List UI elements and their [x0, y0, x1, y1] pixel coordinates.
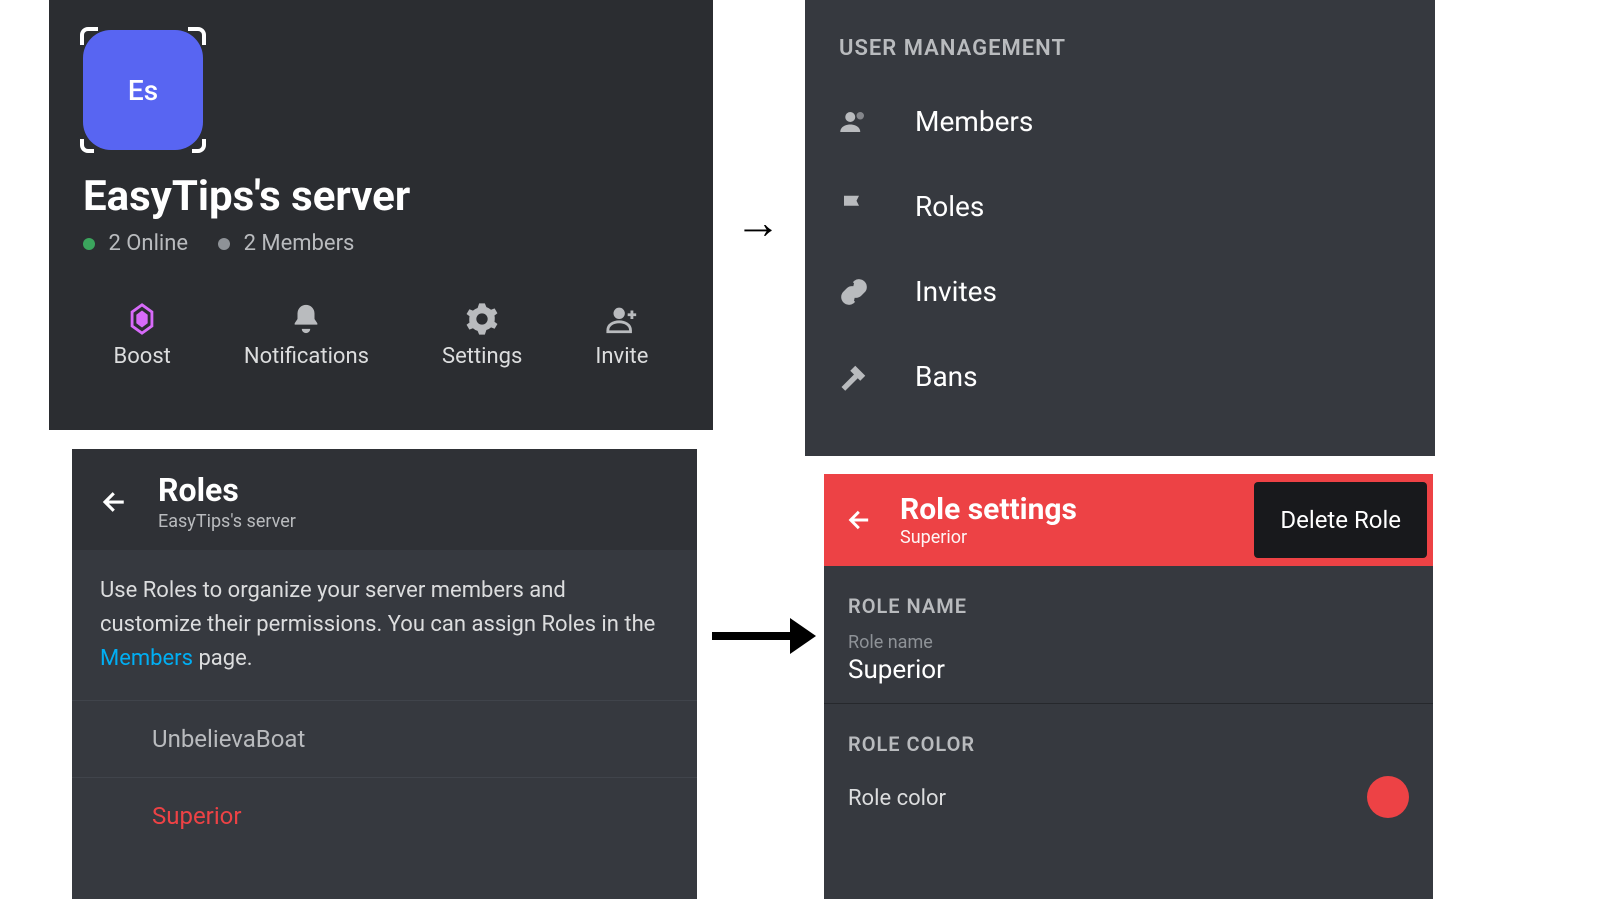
- members-status: 2 Members: [218, 231, 354, 256]
- server-name: EasyTips's server: [83, 172, 713, 221]
- back-arrow-icon[interactable]: [846, 506, 874, 534]
- role-color-swatch[interactable]: [1367, 776, 1409, 818]
- delete-role-button[interactable]: Delete Role: [1254, 482, 1427, 558]
- roles-subtitle: EasyTips's server: [158, 511, 296, 532]
- boost-icon: [125, 302, 159, 336]
- menu-item-invites[interactable]: Invites: [805, 249, 1435, 334]
- role-row-unbelievaboat[interactable]: UnbelievaBoat: [72, 700, 697, 777]
- menu-item-bans[interactable]: Bans: [805, 334, 1435, 419]
- notifications-button[interactable]: Notifications: [244, 302, 369, 369]
- server-icon-initials: Es: [128, 74, 158, 107]
- boost-button[interactable]: Boost: [114, 302, 171, 369]
- role-settings-title: Role settings: [900, 492, 1077, 527]
- user-management-panel: USER MANAGEMENT Members Roles Invites Ba…: [805, 0, 1435, 456]
- flag-icon: [839, 192, 869, 222]
- role-name-value: Superior: [848, 655, 1409, 685]
- user-management-header: USER MANAGEMENT: [805, 0, 1435, 79]
- members-link[interactable]: Members: [100, 646, 193, 671]
- online-dot-icon: [83, 238, 95, 250]
- menu-item-members[interactable]: Members: [805, 79, 1435, 164]
- bell-icon: [289, 302, 323, 336]
- role-name-field[interactable]: Role name Superior: [824, 628, 1433, 704]
- role-color-section-label: ROLE COLOR: [824, 704, 1433, 766]
- server-status-row: 2 Online 2 Members: [83, 231, 713, 256]
- roles-title: Roles: [158, 471, 296, 509]
- members-icon: [839, 107, 869, 137]
- roles-panel: Roles EasyTips's server Use Roles to org…: [72, 449, 697, 899]
- role-settings-subtitle: Superior: [900, 527, 1077, 548]
- link-icon: [839, 277, 869, 307]
- role-settings-panel: Role settings Superior Delete Role ROLE …: [824, 474, 1433, 899]
- arrow-icon: →: [735, 195, 781, 250]
- members-dot-icon: [218, 238, 230, 250]
- arrow-icon: [712, 596, 816, 667]
- roles-description: Use Roles to organize your server member…: [72, 550, 697, 700]
- gear-icon: [465, 302, 499, 336]
- role-name-section-label: ROLE NAME: [824, 566, 1433, 628]
- back-arrow-icon[interactable]: [100, 487, 130, 517]
- person-plus-icon: [605, 302, 639, 336]
- server-icon[interactable]: Es: [83, 30, 203, 150]
- online-status: 2 Online: [83, 231, 188, 256]
- role-row-superior[interactable]: Superior: [72, 777, 697, 854]
- server-overview-panel: Es EasyTips's server 2 Online 2 Members …: [49, 0, 713, 430]
- invite-button[interactable]: Invite: [595, 302, 648, 369]
- menu-item-roles[interactable]: Roles: [805, 164, 1435, 249]
- role-color-field[interactable]: Role color: [824, 766, 1433, 818]
- settings-button[interactable]: Settings: [442, 302, 522, 369]
- hammer-icon: [839, 362, 869, 392]
